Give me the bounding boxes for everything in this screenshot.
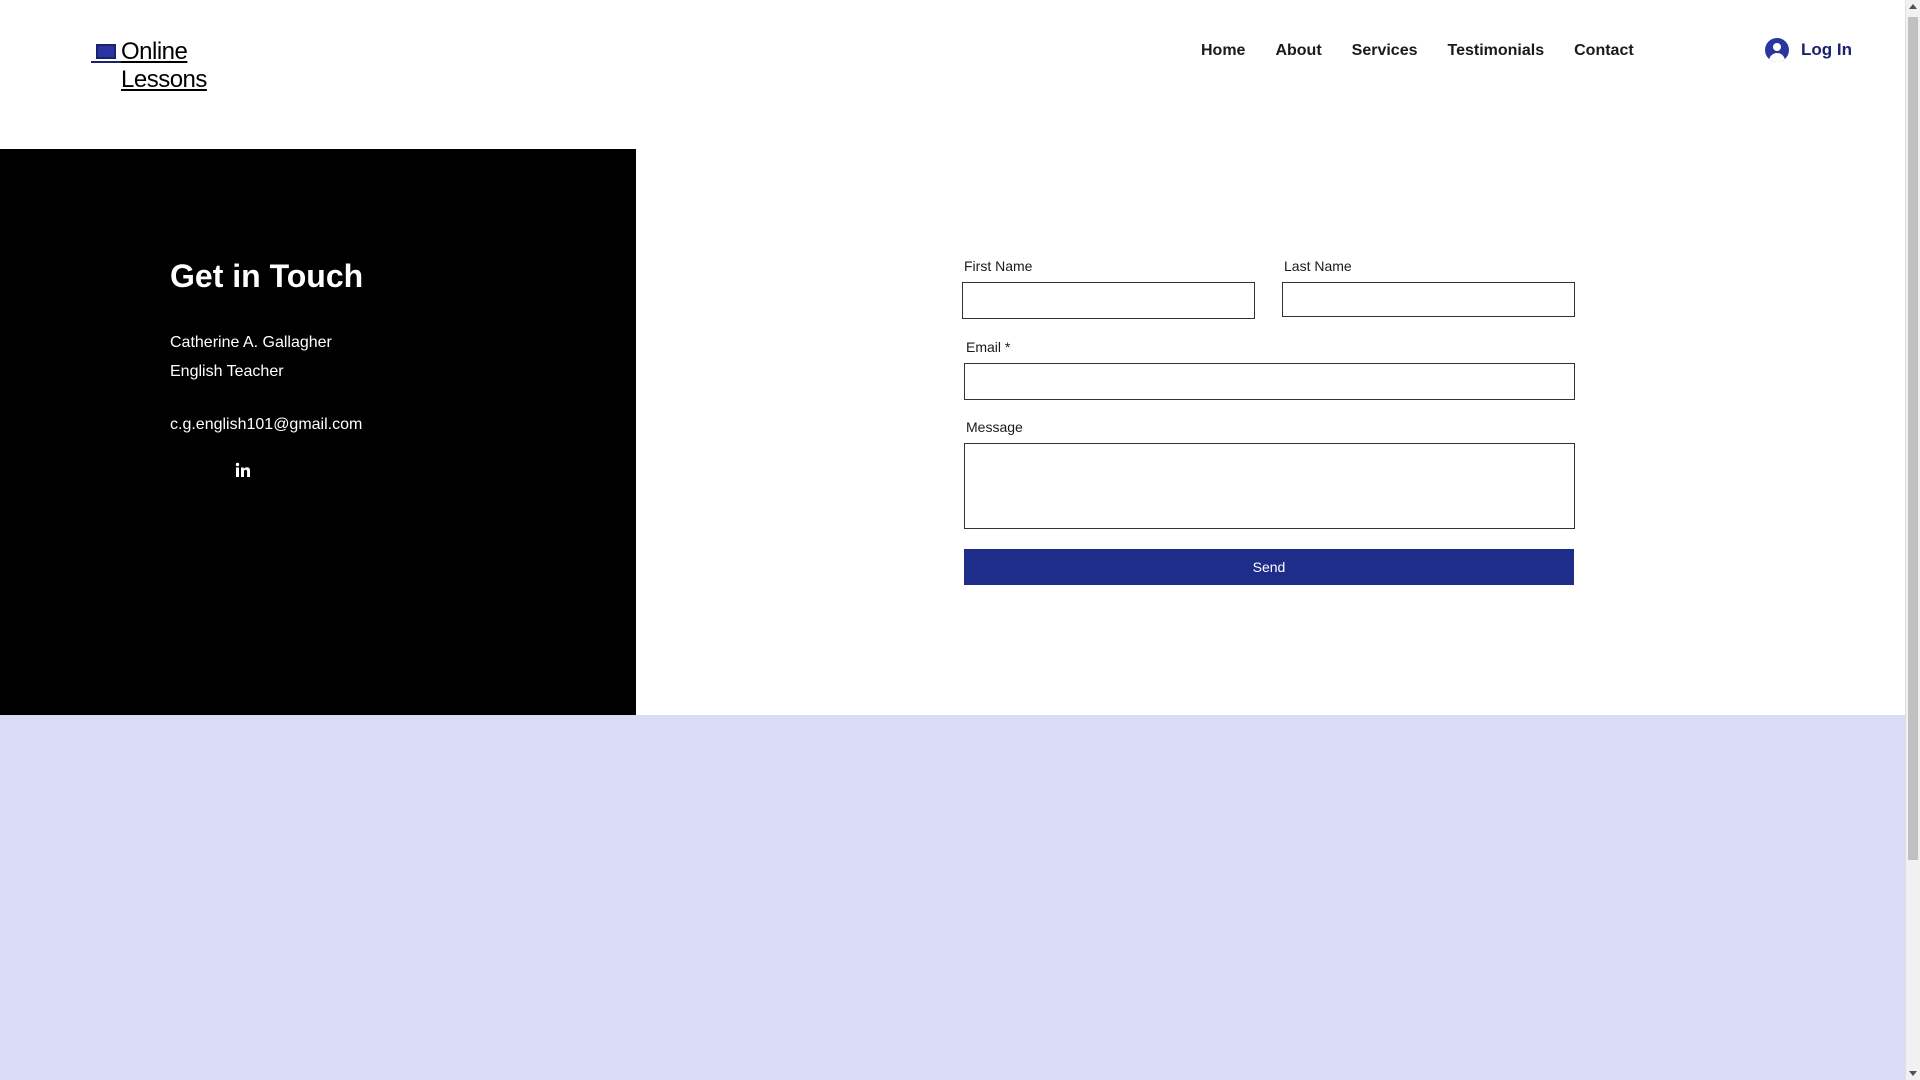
last-name-field[interactable] [1282, 282, 1575, 317]
first-name-field[interactable] [962, 282, 1255, 319]
user-avatar-icon [1765, 38, 1789, 62]
contact-name: Catherine A. Gallagher [170, 334, 332, 351]
scroll-down-arrow-icon[interactable] [1909, 1071, 1917, 1076]
lower-band [0, 715, 1905, 1080]
first-name-label: First Name [964, 258, 1033, 274]
email-label: Email * [966, 339, 1011, 355]
contact-email-link[interactable]: c.g.english101@gmail.com [170, 416, 362, 434]
laptop-icon [91, 42, 121, 66]
nav-item-contact[interactable]: Contact [1559, 38, 1649, 64]
contact-role: English Teacher [170, 363, 284, 380]
site-header: Online Lessons Home About Services Testi… [0, 0, 1905, 149]
scrollbar-thumb[interactable] [1908, 17, 1918, 860]
contact-info-panel: Get in Touch Catherine A. Gallagher Engl… [0, 149, 636, 715]
contact-form-panel [636, 149, 1905, 715]
last-name-label: Last Name [1284, 258, 1352, 274]
login-button[interactable]: Log In [1765, 38, 1852, 62]
logo-text[interactable]: Online Lessons [121, 38, 211, 94]
contact-title: Get in Touch [170, 258, 364, 294]
message-field[interactable] [964, 443, 1575, 529]
nav-item-about[interactable]: About [1260, 38, 1336, 64]
nav-item-testimonials[interactable]: Testimonials [1433, 38, 1560, 64]
nav-item-home[interactable]: Home [1186, 38, 1260, 64]
send-button[interactable]: Send [964, 549, 1574, 585]
vertical-scrollbar[interactable] [1905, 0, 1920, 1080]
linkedin-icon[interactable] [235, 462, 251, 478]
login-label: Log In [1801, 40, 1852, 59]
site-logo[interactable]: Online Lessons [91, 38, 211, 94]
scroll-up-arrow-icon[interactable] [1909, 4, 1917, 9]
email-field[interactable] [964, 363, 1575, 400]
message-label: Message [966, 419, 1023, 435]
nav-item-services[interactable]: Services [1337, 38, 1433, 64]
main-nav: Home About Services Testimonials Contact [1186, 38, 1649, 64]
